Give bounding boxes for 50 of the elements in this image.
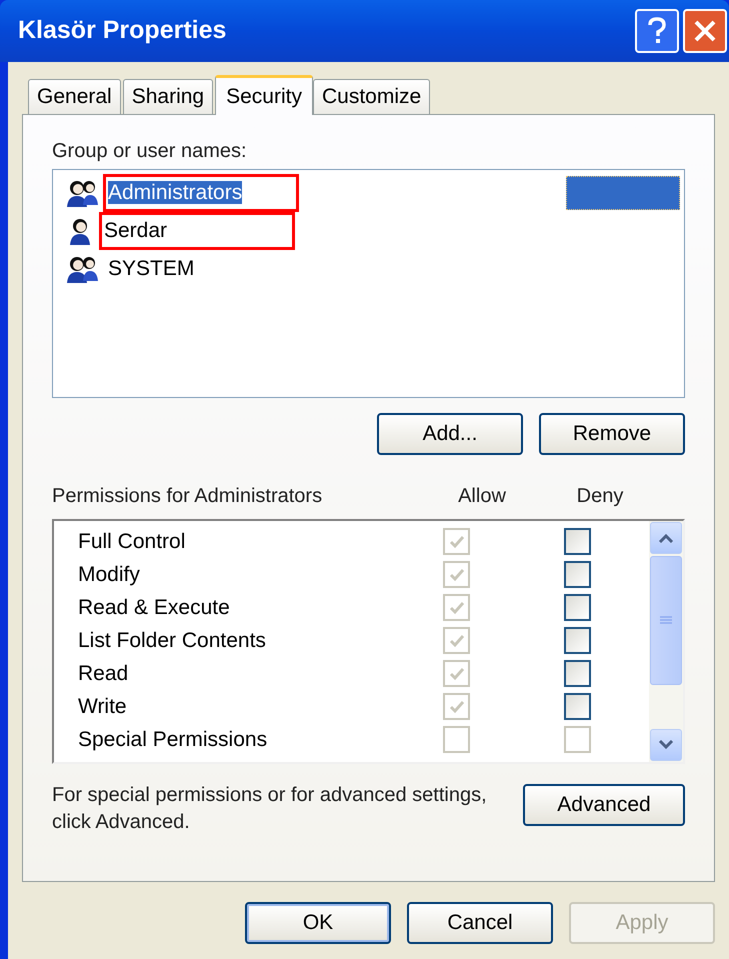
checkmark-icon <box>448 566 466 582</box>
permission-name: Write <box>78 694 128 718</box>
user-group-icon <box>65 254 99 284</box>
tab[interactable]: General <box>28 79 121 114</box>
dialog-button[interactable]: Remove <box>539 413 685 455</box>
permission-name: Modify <box>78 562 141 586</box>
permission-name: Special Permissions <box>78 728 268 752</box>
permission-name: Read & Execute <box>78 596 231 620</box>
checkbox[interactable] <box>564 660 591 687</box>
scrollbar[interactable] <box>649 521 683 762</box>
scroll-up-button[interactable] <box>650 522 682 554</box>
checkbox[interactable] <box>564 528 591 555</box>
dialog-button[interactable]: OK <box>245 902 391 944</box>
help-button[interactable] <box>635 9 679 53</box>
grip-icon <box>660 616 672 626</box>
user-group-icon <box>65 178 99 208</box>
window-title: Klasör Properties <box>18 15 228 46</box>
scroll-thumb[interactable] <box>650 556 682 685</box>
column-header: Deny <box>576 484 624 509</box>
checkmark-icon <box>448 534 466 550</box>
checkmark-icon <box>448 632 466 648</box>
user-name[interactable]: Administrators <box>103 174 299 212</box>
checkbox[interactable] <box>564 561 591 588</box>
checkbox[interactable] <box>564 627 591 654</box>
checkmark-icon <box>448 666 466 682</box>
tab[interactable]: Sharing <box>122 79 214 114</box>
dialog-button[interactable]: Cancel <box>407 902 553 944</box>
checkmark-icon <box>448 600 466 616</box>
checkmark-icon <box>448 698 466 714</box>
scroll-down-button[interactable] <box>650 729 682 761</box>
permission-name: List Folder Contents <box>78 628 267 652</box>
permissions-label: Permissions for Administrators <box>52 484 324 509</box>
chevron-up-icon <box>658 533 674 543</box>
tab[interactable]: Customize <box>312 79 430 114</box>
advanced-hint: For special permissions or for advanced settings, click Advanced. <box>52 783 488 835</box>
list-label: Group or user names: <box>52 141 248 161</box>
dialog-button[interactable]: Advanced <box>523 784 685 826</box>
chevron-down-icon <box>658 740 674 750</box>
column-header: Allow <box>457 484 507 509</box>
help-icon <box>647 17 667 45</box>
permission-name: Full Control <box>78 530 186 554</box>
user-name[interactable]: Serdar <box>99 212 295 250</box>
close-icon <box>693 19 717 43</box>
checkbox[interactable] <box>564 594 591 621</box>
dialog-button[interactable]: Add... <box>377 413 523 455</box>
permission-name: Read <box>78 662 130 686</box>
checkbox[interactable] <box>564 693 591 720</box>
close-button[interactable] <box>683 9 727 53</box>
tab[interactable]: Security <box>215 75 313 115</box>
user-name[interactable]: SYSTEM <box>103 250 299 288</box>
